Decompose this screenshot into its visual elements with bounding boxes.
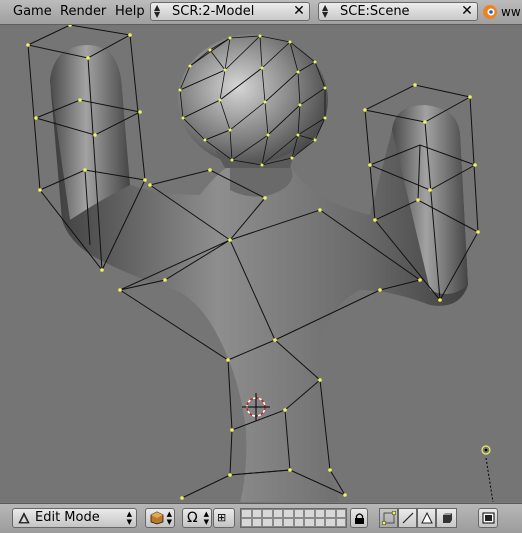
manipulator-toggle[interactable]: ⊞ xyxy=(213,508,235,528)
face-select-button[interactable] xyxy=(417,508,436,528)
screen-close-icon[interactable]: ✕ xyxy=(291,3,307,20)
blender-logo-icon xyxy=(483,5,497,19)
lock-toggle[interactable] xyxy=(350,508,368,528)
draw-type-icon xyxy=(150,511,164,525)
url-fragment: ww xyxy=(501,5,521,19)
screen-browse-icon[interactable]: ▲ ▼ xyxy=(154,4,164,19)
vertex-select-button[interactable] xyxy=(379,508,398,528)
scene-selector[interactable]: ▲ ▼ SCE:Scene ✕ xyxy=(318,2,478,21)
viewport-scene xyxy=(26,25,494,502)
mode-label[interactable]: Edit Mode xyxy=(35,509,100,527)
edge-select-icon xyxy=(402,512,414,524)
screen-name[interactable]: SCR:2-Model xyxy=(172,3,254,20)
mode-selector[interactable]: Edit Mode ▲ ▼ xyxy=(12,508,137,528)
menu-game[interactable]: Game xyxy=(13,0,52,24)
pivot-selector[interactable]: Ω ▲ ▼ xyxy=(182,508,212,528)
top-header: Game Render Help ▲ ▼ SCR:2-Model ✕ ▲ ▼ SCE… xyxy=(0,0,522,25)
screen-selector[interactable]: ▲ ▼ SCR:2-Model ✕ xyxy=(150,2,310,21)
menu-help[interactable]: Help xyxy=(115,0,145,24)
pivot-icon: Ω xyxy=(187,510,198,526)
scene-browse-icon[interactable]: ▲ ▼ xyxy=(322,4,332,19)
edge-select-button[interactable] xyxy=(398,508,417,528)
occlude-toggle[interactable] xyxy=(436,508,457,528)
occlude-icon xyxy=(443,513,452,523)
menu-render[interactable]: Render xyxy=(60,0,106,24)
3d-viewport[interactable] xyxy=(0,25,522,502)
scene-name[interactable]: SCE:Scene xyxy=(340,3,410,20)
face-select-icon xyxy=(421,511,433,524)
triangle-mode-icon xyxy=(18,512,30,524)
lock-icon xyxy=(355,513,364,524)
render-button[interactable] xyxy=(478,508,498,528)
lamp-icon[interactable] xyxy=(481,445,494,502)
mode-arrows-icon: ▲ ▼ xyxy=(126,510,132,526)
vertex-select-icon xyxy=(382,511,396,525)
3d-view-header: Edit Mode ▲ ▼ ▲ ▼ Ω ▲ ▼ ⊞ xyxy=(0,503,522,533)
render-icon xyxy=(482,512,495,524)
scene-close-icon[interactable]: ✕ xyxy=(459,3,475,20)
manipulator-icon: ⊞ xyxy=(217,511,227,524)
draw-type-selector[interactable]: ▲ ▼ xyxy=(145,508,175,528)
layer-buttons[interactable] xyxy=(240,508,347,528)
